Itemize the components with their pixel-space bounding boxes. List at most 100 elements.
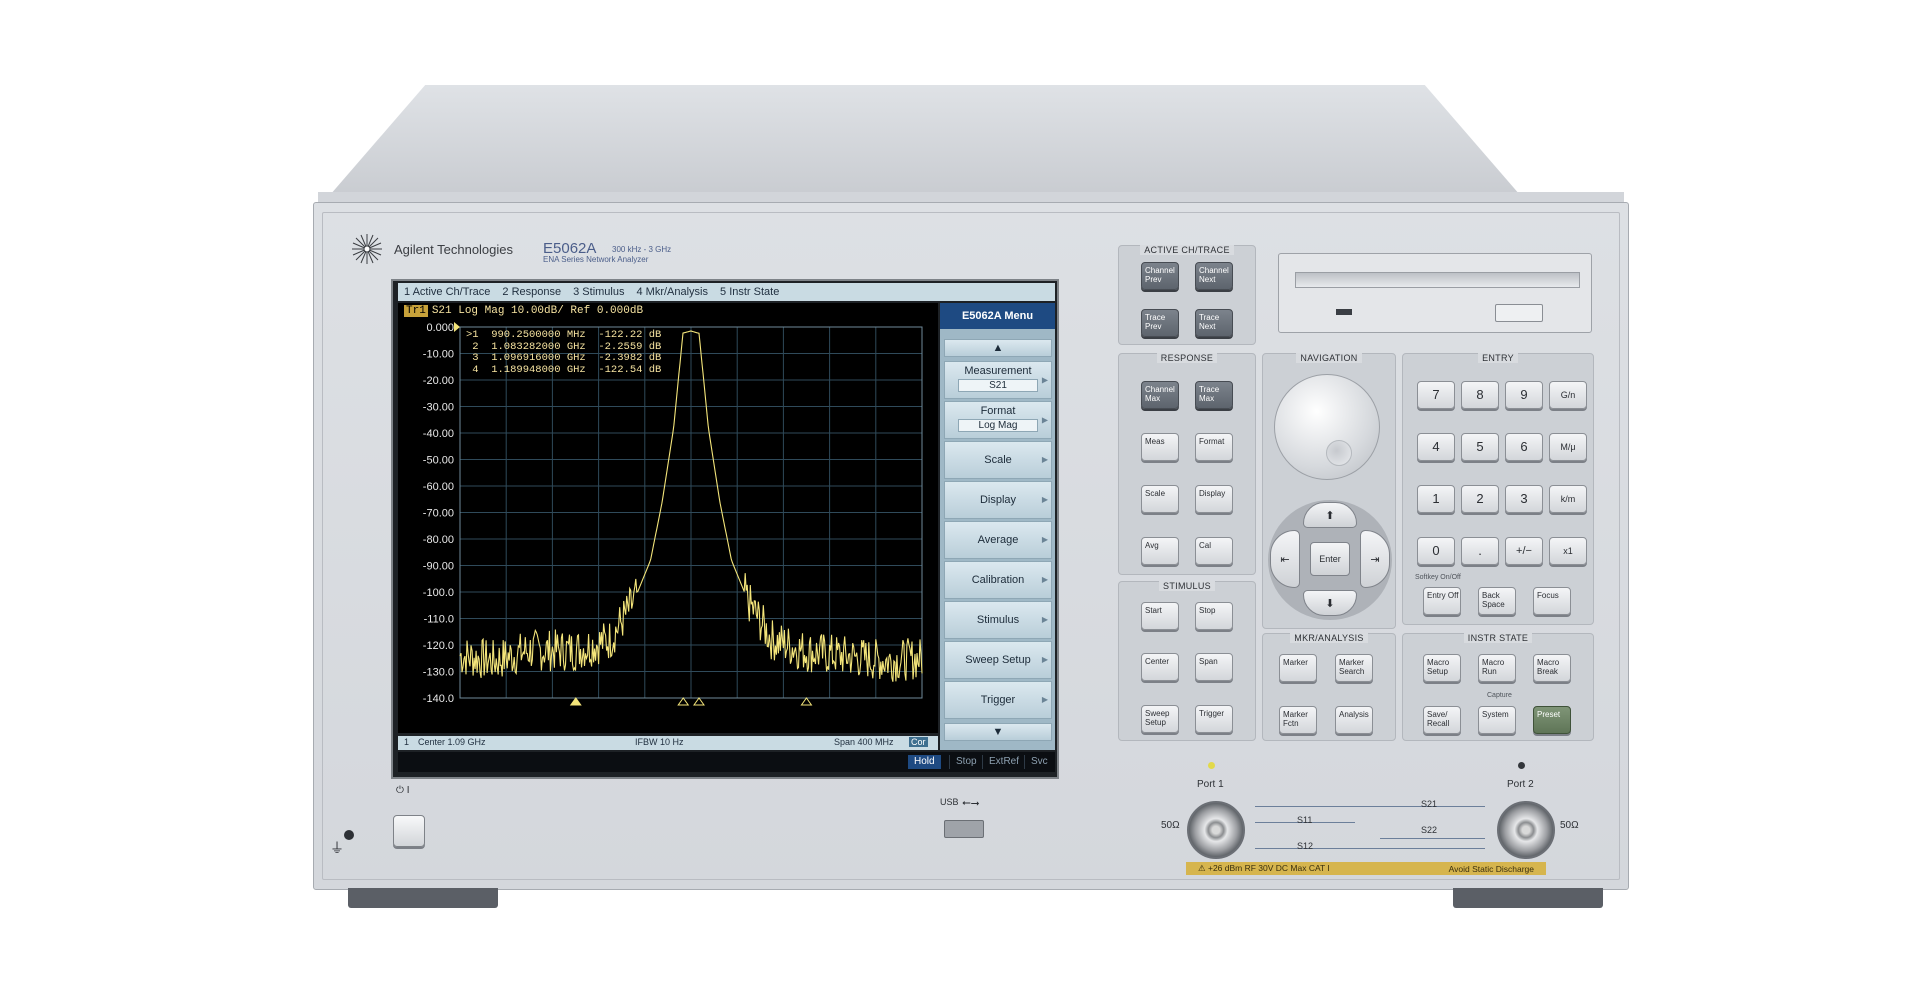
macro-break-key[interactable]: Macro Break <box>1533 654 1571 682</box>
preset-key[interactable]: Preset <box>1533 706 1571 734</box>
marker-fctn-key[interactable]: Marker Fctn <box>1279 706 1317 734</box>
marker-readout-row: 3 1.096916000 GHz -2.3982 dB <box>466 352 662 364</box>
softkey-sweep-setup[interactable]: Sweep Setup ▶ <box>944 641 1052 679</box>
y-tick-label: -70.00 <box>423 508 454 520</box>
macro-run-key[interactable]: Macro Run <box>1478 654 1516 682</box>
chevron-right-icon: ▶ <box>1041 695 1048 704</box>
key-decimal[interactable]: . <box>1461 537 1499 565</box>
menu-item-mkr-analysis[interactable]: 4 Mkr/Analysis <box>636 286 708 298</box>
softkey-stimulus[interactable]: Stimulus ▶ <box>944 601 1052 639</box>
softkey-format[interactable]: Format Log Mag ▶ <box>944 401 1052 439</box>
key-7[interactable]: 7 <box>1417 381 1455 409</box>
analysis-key[interactable]: Analysis <box>1335 706 1373 734</box>
power-button[interactable] <box>393 815 425 847</box>
key-x1[interactable]: x1 <box>1549 537 1587 565</box>
key-1[interactable]: 1 <box>1417 485 1455 513</box>
softkey-measurement[interactable]: Measurement S21 ▶ <box>944 361 1052 399</box>
softkey-stimulus-label: Stimulus <box>976 614 1020 626</box>
y-tick-label: -30.00 <box>423 402 454 414</box>
marker-readout-row: >1 990.2500000 MHz -122.22 dB <box>466 329 662 341</box>
cal-key[interactable]: Cal <box>1195 537 1233 565</box>
s12-label: S12 <box>1297 841 1314 851</box>
marker-search-key[interactable]: Marker Search <box>1335 654 1373 682</box>
back-space-key[interactable]: Back Space <box>1478 587 1516 615</box>
key-8[interactable]: 8 <box>1461 381 1499 409</box>
key-6[interactable]: 6 <box>1505 433 1543 461</box>
trace-max-key[interactable]: Trace Max <box>1195 381 1233 409</box>
usb-port[interactable] <box>944 820 984 838</box>
channel-prev-key[interactable]: Channel Prev <box>1141 262 1179 290</box>
s21-label: S21 <box>1421 799 1438 809</box>
s22-label: S22 <box>1421 825 1438 835</box>
key-plus-minus[interactable]: +/− <box>1505 537 1543 565</box>
softkey-scroll-up[interactable]: ▲ <box>944 339 1052 357</box>
key-9[interactable]: 9 <box>1505 381 1543 409</box>
channel-max-key[interactable]: Channel Max <box>1141 381 1179 409</box>
menu-item-active-ch[interactable]: 1 Active Ch/Trace <box>404 286 490 298</box>
key-k-m[interactable]: k/m <box>1549 485 1587 513</box>
softkey-calibration[interactable]: Calibration ▶ <box>944 561 1052 599</box>
span-key[interactable]: Span <box>1195 653 1233 681</box>
softkey-scale[interactable]: Scale ▶ <box>944 441 1052 479</box>
status-center: Center 1.09 GHz <box>418 737 486 747</box>
key-2[interactable]: 2 <box>1461 485 1499 513</box>
key-3[interactable]: 3 <box>1505 485 1543 513</box>
trace-prev-key[interactable]: Trace Prev <box>1141 309 1179 337</box>
sweep-setup-key[interactable]: Sweep Setup <box>1141 705 1179 733</box>
macro-setup-key[interactable]: Macro Setup <box>1423 654 1461 682</box>
system-key[interactable]: System <box>1478 706 1516 734</box>
port2-connector[interactable] <box>1497 801 1555 859</box>
stop-key[interactable]: Stop <box>1195 602 1233 630</box>
enter-key[interactable]: Enter <box>1310 542 1350 576</box>
softkey-average[interactable]: Average ▶ <box>944 521 1052 559</box>
reference-marker <box>454 322 460 332</box>
avg-key[interactable]: Avg <box>1141 537 1179 565</box>
arrow-up-key[interactable]: ⬆ <box>1303 502 1357 528</box>
key-m-u[interactable]: M/μ <box>1549 433 1587 461</box>
display-key[interactable]: Display <box>1195 485 1233 513</box>
trace-next-key[interactable]: Trace Next <box>1195 309 1233 337</box>
ground-terminal[interactable] <box>344 830 354 840</box>
scale-key[interactable]: Scale <box>1141 485 1179 513</box>
save-recall-key[interactable]: Save/ Recall <box>1423 706 1461 734</box>
marker-readout-row: 4 1.189948000 GHz -122.54 dB <box>466 363 662 376</box>
softkey-trigger[interactable]: Trigger ▶ <box>944 681 1052 719</box>
marker-triangle <box>677 697 690 706</box>
softkey-scroll-down[interactable]: ▼ <box>944 723 1052 741</box>
y-tick-label: -110.0 <box>424 614 454 626</box>
softkey-format-value: Log Mag <box>958 419 1038 432</box>
trigger-key[interactable]: Trigger <box>1195 705 1233 733</box>
status-bar: 1 Center 1.09 GHz IFBW 10 Hz Span 400 MH… <box>398 736 938 750</box>
y-tick-label: -100.0 <box>423 587 454 599</box>
center-key[interactable]: Center <box>1141 653 1179 681</box>
start-key[interactable]: Start <box>1141 602 1179 630</box>
marker-key[interactable]: Marker <box>1279 654 1317 682</box>
menu-item-instr-state[interactable]: 5 Instr State <box>720 286 779 298</box>
menu-item-stimulus[interactable]: 3 Stimulus <box>573 286 624 298</box>
key-g-n[interactable]: G/n <box>1549 381 1587 409</box>
floppy-eject-button[interactable] <box>1495 304 1543 322</box>
entry-off-key[interactable]: Entry Off <box>1423 587 1461 615</box>
rotary-knob[interactable] <box>1274 374 1380 480</box>
marker-triangle <box>693 697 705 706</box>
floppy-led <box>1336 309 1352 315</box>
channel-next-key[interactable]: Channel Next <box>1195 262 1233 290</box>
panel-response-title: RESPONSE <box>1119 353 1255 363</box>
focus-key[interactable]: Focus <box>1533 587 1571 615</box>
menu-item-response[interactable]: 2 Response <box>502 286 561 298</box>
trace-tag: Tr1 <box>404 305 428 317</box>
power-label: ⏻ I <box>396 785 410 796</box>
y-tick-label: -50.00 <box>423 455 454 467</box>
meas-key[interactable]: Meas <box>1141 433 1179 461</box>
key-0[interactable]: 0 <box>1417 537 1455 565</box>
port1-connector[interactable] <box>1187 801 1245 859</box>
format-key[interactable]: Format <box>1195 433 1233 461</box>
key-4[interactable]: 4 <box>1417 433 1455 461</box>
brand-name: Agilent Technologies <box>394 241 514 257</box>
y-tick-label: -20.00 <box>423 375 454 387</box>
key-5[interactable]: 5 <box>1461 433 1499 461</box>
softkey-display[interactable]: Display ▶ <box>944 481 1052 519</box>
y-tick-label: -10.00 <box>423 349 454 361</box>
floppy-slot <box>1295 272 1580 288</box>
chevron-right-icon: ▶ <box>1041 655 1048 664</box>
